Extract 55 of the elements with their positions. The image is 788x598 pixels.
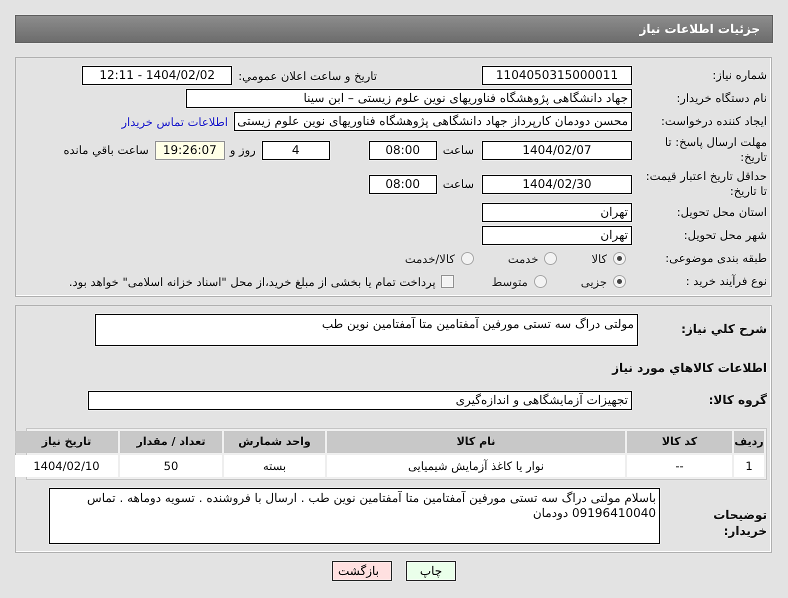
table-cell: 1 — [734, 455, 764, 477]
column-header: واحد شمارش — [224, 431, 325, 453]
section-heading: اطلاعات کالاهاي مورد نياز — [612, 360, 767, 374]
print-button[interactable]: چاپ — [406, 561, 456, 581]
deadline-date-field[interactable]: 1404/02/07 — [482, 140, 632, 160]
radio-label: خدمت — [508, 252, 538, 266]
field-label: طبقه بندی موضوعی: — [664, 251, 767, 266]
city-field[interactable]: تهران — [482, 226, 632, 245]
column-header: تاریخ نیاز — [15, 431, 118, 453]
column-header: تعداد / مقدار — [120, 431, 222, 453]
radio-label: کالا/خدمت — [404, 252, 455, 266]
column-header: کد کالا — [627, 431, 732, 453]
province-field[interactable]: تهران — [482, 203, 632, 222]
field-label: ساعت — [442, 177, 474, 191]
buyer-notes-field[interactable]: باسلام مولتی دراگ سه تستی مورفین آمفتامین متا آمفتامین نوین طب . ارسال با فروشنده . تسویه دوماهه . تماس 09196410040 دودمان — [49, 488, 660, 544]
back-button[interactable]: بازگشت — [332, 561, 392, 581]
field-label: نام دستگاه خریدار: — [675, 91, 767, 106]
price-validity-date-field[interactable]: 1404/02/30 — [482, 174, 632, 194]
radio-label: جزیی — [580, 274, 607, 288]
field-label: استان محل تحویل: — [676, 205, 767, 220]
table-cell: 50 — [120, 455, 222, 477]
column-header: ردیف — [734, 431, 764, 453]
field-label: ایجاد کننده درخواست: — [660, 114, 767, 129]
price-validity-time-field[interactable]: 08:00 — [368, 174, 437, 194]
buyer-contact-link[interactable]: اطلاعات تماس خریدار — [121, 114, 228, 128]
time-left-field[interactable]: 19:26:07 — [154, 140, 225, 160]
column-header: نام کالا — [327, 431, 625, 453]
deadline-time-field[interactable]: 08:00 — [368, 140, 437, 160]
buyer-org-field[interactable]: جهاد دانشگاهی پژوهشگاه فناوریهای نوین علوم زیستی – ابن سینا — [186, 89, 632, 108]
radio-label: کالا — [591, 252, 607, 266]
radio-label: متوسط — [492, 274, 528, 288]
table-cell: -- — [627, 455, 732, 477]
table-cell: نوار یا کاغذ آزمایش شیمیایی — [327, 455, 625, 477]
page-title: جزئیات اطلاعات نیاز — [639, 22, 760, 36]
field-label: گروه کالا: — [708, 392, 767, 408]
field-label: شماره نیاز: — [711, 68, 767, 83]
table-cell: 1404/02/10 — [15, 455, 118, 477]
need-number-field[interactable]: 1104050315000011 — [482, 66, 632, 85]
field-label: ساعت — [442, 143, 474, 157]
table-cell: بسته — [224, 455, 325, 477]
field-label: حداقل تاریخ اعتبار قیمت: تا تاریخ: — [644, 169, 767, 199]
requester-field[interactable]: محسن دودمان کارپرداز جهاد دانشگاهی پژوهشگاه فناوریهای نوین علوم زیستی — [234, 112, 632, 131]
checkbox-label: پرداخت تمام یا بخشی از مبلغ خرید،از محل "اسناد خزانه اسلامی" خواهد بود. — [68, 274, 436, 288]
field-label: مهلت ارسال پاسخ: تا تاریخ: — [664, 135, 767, 165]
goods-group-field[interactable]: تجهیزات آزمایشگاهی و اندازه‌گیری — [88, 391, 632, 410]
field-label: تاریخ و ساعت اعلان عمومي: — [238, 68, 377, 82]
field-label: نوع فرآیند خرید : — [684, 274, 767, 289]
days-left-field[interactable]: 4 — [262, 140, 330, 160]
field-label: شهر محل تحویل: — [682, 228, 767, 243]
field-label: ساعت باقي مانده — [64, 143, 149, 157]
field-label: توضیحات خریدار: — [712, 507, 767, 540]
field-label: شرح کلي نیاز: — [680, 321, 767, 338]
field-label: روز و — [230, 143, 256, 157]
description-field[interactable]: مولتی دراگ سه تستی مورفین آمفتامین متا آمفتامین نوین طب — [95, 314, 638, 346]
announce-date-field[interactable]: 1404/02/02 - 12:11 — [82, 66, 232, 85]
